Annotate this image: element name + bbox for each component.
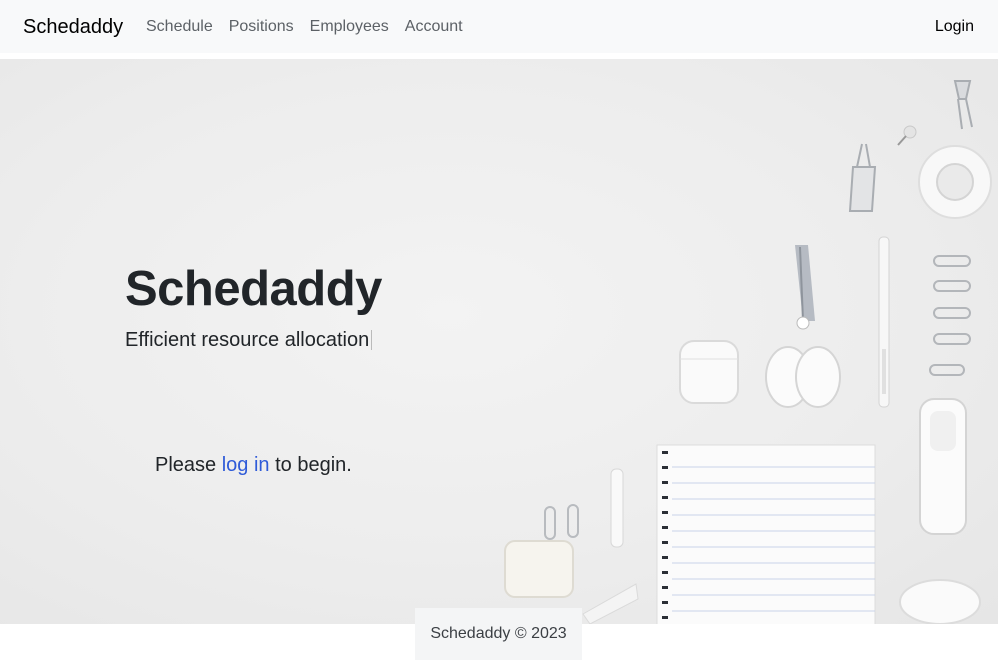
login-prompt-link[interactable]: log in [222, 454, 270, 476]
nav-item-positions[interactable]: Positions [229, 18, 294, 36]
stapler-image [919, 398, 967, 535]
footer: Schedaddy © 2023 [415, 608, 582, 660]
login-prompt: Please log in to begin. [155, 454, 352, 476]
top-navbar: Schedaddy Schedule Positions Employees A… [0, 0, 998, 56]
earbuds-case-image [679, 340, 739, 404]
tape-roll-image [918, 145, 992, 219]
footer-copyright: Schedaddy © 2023 [430, 625, 567, 642]
marker-image [610, 468, 624, 548]
thread-spool-image [899, 579, 981, 624]
nav-links: Schedule Positions Employees Account [146, 18, 463, 36]
binder-clip-image [953, 80, 973, 130]
small-paper-clips-image [544, 504, 579, 540]
pen-image [878, 236, 890, 408]
hero-subtitle: Efficient resource allocation [125, 329, 373, 351]
nav-item-account[interactable]: Account [405, 18, 463, 36]
scissors-image [765, 245, 841, 408]
login-prompt-before: Please [155, 454, 222, 476]
login-prompt-after: to begin. [269, 454, 352, 476]
hero-title: Schedaddy [125, 262, 382, 316]
hero-subtitle-text: Efficient resource allocation [125, 329, 370, 351]
typing-caret [371, 330, 373, 350]
brand-link[interactable]: Schedaddy [23, 16, 123, 38]
hero-section: Schedaddy Efficient resource allocation … [0, 59, 998, 624]
nav-item-schedule[interactable]: Schedule [146, 18, 213, 36]
notebook-image [656, 444, 876, 624]
paper-clips-image [929, 255, 971, 376]
nav-item-employees[interactable]: Employees [310, 18, 389, 36]
login-link[interactable]: Login [935, 18, 974, 36]
eraser-image [504, 540, 574, 598]
push-pin-image [897, 125, 917, 146]
ruler-image [582, 583, 639, 624]
small-binder-clip-image [848, 143, 877, 212]
